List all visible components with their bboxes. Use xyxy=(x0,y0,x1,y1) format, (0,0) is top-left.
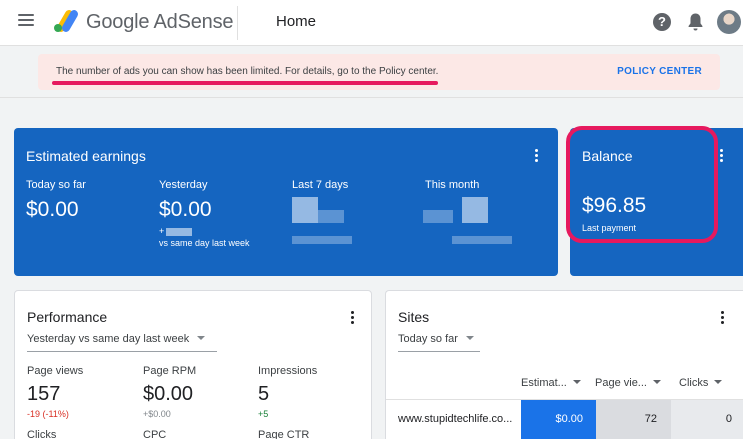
table-row[interactable]: www.stupidtechlife.co... $0.00 72 0 xyxy=(386,400,743,439)
metric-month: This month xyxy=(425,179,479,191)
metric-clicks-label: Clicks xyxy=(27,429,57,439)
caret-down-icon xyxy=(465,336,474,340)
sites-card: Sites Today so far Estimat... Page vie..… xyxy=(385,290,743,439)
metric-page-views: Page views 157 -19 (-11%) xyxy=(27,365,83,419)
balance-sub: Last payment xyxy=(582,223,637,233)
more-vert-icon[interactable] xyxy=(720,311,724,325)
blurred-value xyxy=(292,197,318,223)
metric-cpc-label: CPC xyxy=(143,429,167,439)
metric-change: +$0.00 xyxy=(143,409,171,419)
card-title: Sites xyxy=(398,309,430,325)
section-divider xyxy=(0,97,743,98)
blurred-value xyxy=(292,236,352,244)
blurred-value xyxy=(452,236,512,244)
date-range-select[interactable]: Today so far xyxy=(398,333,474,345)
metric-label: Page views xyxy=(27,365,84,377)
column-header-earnings[interactable]: Estimat... xyxy=(521,377,581,389)
blurred-value xyxy=(318,210,344,223)
metric-page-ctr-label: Page CTR xyxy=(258,429,310,439)
adsense-logo-icon xyxy=(54,10,78,32)
select-underline xyxy=(398,351,480,352)
metric-label: Last 7 days xyxy=(292,179,349,191)
avatar[interactable] xyxy=(717,10,741,34)
metric-label: Today so far xyxy=(26,179,86,191)
metric-value: $0.00 xyxy=(26,198,79,221)
caret-down-icon xyxy=(652,380,661,384)
metric-label: Impressions xyxy=(258,365,318,377)
estimated-earnings-card[interactable]: Estimated earnings Today so far $0.00 Ye… xyxy=(14,128,558,276)
column-header-page-views[interactable]: Page vie... xyxy=(595,377,661,389)
blurred-value xyxy=(423,210,453,223)
metric-label: Yesterday xyxy=(159,179,208,191)
blurred-value xyxy=(166,227,193,236)
metric-value: 157 xyxy=(27,383,61,405)
cell-page-views: 72 xyxy=(596,400,671,439)
card-title: Estimated earnings xyxy=(26,148,146,164)
menu-icon[interactable] xyxy=(18,14,34,28)
metric-change: +5 xyxy=(258,409,269,419)
metric-value: 5 xyxy=(258,383,270,405)
metric-impressions: Impressions 5 +5 xyxy=(258,365,317,419)
metric-today: Today so far $0.00 xyxy=(26,179,86,222)
balance-card[interactable]: Balance $96.85 Last payment xyxy=(570,128,743,276)
select-underline xyxy=(27,351,217,352)
date-range-select[interactable]: Yesterday vs same day last week xyxy=(27,333,206,345)
caret-down-icon xyxy=(714,380,723,384)
banner-highlight-underline xyxy=(52,81,438,85)
top-app-bar: Google AdSense Home ? xyxy=(0,0,743,46)
cell-clicks: 0 xyxy=(671,400,743,439)
site-name: www.stupidtechlife.co... xyxy=(398,413,513,425)
cell-earnings: $0.00 xyxy=(521,400,596,439)
balance-value: $96.85 xyxy=(582,194,647,217)
policy-banner: The number of ads you can show has been … xyxy=(38,54,720,90)
policy-center-link[interactable]: POLICY CENTER xyxy=(617,66,702,77)
more-vert-icon[interactable] xyxy=(719,149,723,163)
metric-last7: Last 7 days xyxy=(292,179,348,191)
bell-icon[interactable] xyxy=(687,12,704,32)
brand-name: Google AdSense xyxy=(86,11,234,33)
metric-change: + xyxy=(159,226,250,236)
metric-label: This month xyxy=(425,179,480,191)
more-vert-icon[interactable] xyxy=(350,311,354,325)
metric-compare: vs same day last week xyxy=(159,238,250,248)
metric-change: -19 (-11%) xyxy=(27,409,69,419)
metric-label: Page RPM xyxy=(143,365,197,377)
caret-down-icon xyxy=(572,380,581,384)
banner-message: The number of ads you can show has been … xyxy=(56,66,439,77)
more-vert-icon[interactable] xyxy=(534,149,538,163)
metric-value: $0.00 xyxy=(159,198,212,221)
caret-down-icon xyxy=(197,336,206,340)
metric-value: $0.00 xyxy=(143,383,194,405)
column-header-clicks[interactable]: Clicks xyxy=(679,377,723,389)
card-title: Balance xyxy=(582,148,633,164)
header-divider xyxy=(237,6,238,40)
blurred-value xyxy=(462,197,488,223)
metric-yesterday: Yesterday $0.00 + vs same day last week xyxy=(159,179,250,248)
performance-card: Performance Yesterday vs same day last w… xyxy=(14,290,372,439)
metric-page-rpm: Page RPM $0.00 +$0.00 xyxy=(143,365,196,419)
card-title: Performance xyxy=(27,309,108,325)
help-icon[interactable]: ? xyxy=(653,13,671,31)
page-title: Home xyxy=(276,13,317,30)
